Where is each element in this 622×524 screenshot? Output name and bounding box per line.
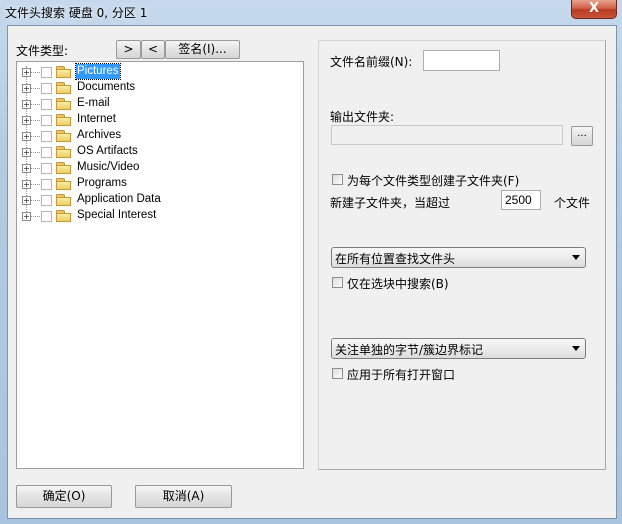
close-icon: X — [588, 1, 600, 16]
folder-icon — [56, 114, 72, 126]
tree-item[interactable]: + Special Interest — [17, 208, 297, 224]
tree-item[interactable]: + Programs — [17, 176, 297, 192]
expand-plus-icon[interactable]: + — [22, 148, 31, 157]
tree-item[interactable]: + OS Artifacts — [17, 144, 297, 160]
apply-all-windows-label: 应用于所有打开窗口 — [347, 368, 456, 382]
tree-item-checkbox[interactable] — [41, 195, 52, 206]
remove-back-button[interactable]: < — [141, 40, 165, 59]
tree-item-checkbox[interactable] — [41, 163, 52, 174]
tree-item[interactable]: + Archives — [17, 128, 297, 144]
tree-item[interactable]: + Pictures — [17, 63, 297, 80]
tree-item-checkbox[interactable] — [41, 67, 52, 78]
expand-plus-icon[interactable]: + — [22, 116, 31, 125]
add-forward-button[interactable]: > — [116, 40, 141, 59]
tree-item-label: Special Interest — [77, 209, 157, 221]
tree-item-checkbox[interactable] — [41, 83, 52, 94]
expand-plus-icon[interactable]: + — [22, 196, 31, 205]
tree-connector — [31, 72, 40, 73]
tree-item-checkbox[interactable] — [41, 179, 52, 190]
chevron-down-icon — [572, 255, 580, 260]
focus-boundary-value: 关注单独的字节/簇边界标记 — [335, 343, 484, 357]
tree-item-checkbox[interactable] — [41, 99, 52, 110]
tree-connector — [31, 88, 40, 89]
create-subfolder-checkbox[interactable] — [332, 174, 343, 185]
tree-item-label: Application Data — [77, 193, 161, 205]
tree-item-label: Internet — [77, 113, 116, 125]
folder-icon — [56, 178, 72, 190]
file-type-tree[interactable]: + Pictures + Documents + E-mail + Internet + Arch… — [16, 61, 304, 469]
expand-plus-icon[interactable]: + — [22, 132, 31, 141]
subfolder-threshold-input[interactable] — [501, 190, 541, 210]
output-folder-input[interactable] — [331, 125, 563, 145]
signatures-button[interactable]: 签名(I)... — [165, 40, 240, 59]
search-location-select[interactable]: 在所有位置查找文件头 — [331, 247, 586, 268]
tree-connector — [31, 216, 40, 217]
tree-item[interactable]: + E-mail — [17, 96, 297, 112]
tree-connector — [31, 120, 40, 121]
tree-item-label: Documents — [77, 81, 136, 93]
tree-item-label: Archives — [77, 129, 122, 141]
options-group: 文件名前缀(N): 输出文件夹: ... 为每个文件类型创建子文件夹(F) 新建… — [318, 40, 606, 470]
chevron-down-icon — [572, 346, 580, 351]
close-button[interactable]: X — [571, 0, 617, 19]
expand-plus-icon[interactable]: + — [22, 180, 31, 189]
expand-plus-icon[interactable]: + — [22, 164, 31, 173]
folder-icon — [56, 130, 72, 142]
tree-connector — [31, 152, 40, 153]
tree-item-label: Programs — [77, 177, 127, 189]
folder-icon — [56, 82, 72, 94]
tree-item-label: Music/Video — [77, 161, 140, 173]
filename-prefix-input[interactable] — [423, 50, 500, 71]
expand-plus-icon[interactable]: + — [22, 212, 31, 221]
files-unit-label: 个文件 — [554, 196, 591, 210]
folder-icon — [56, 146, 72, 158]
file-types-label: 文件类型: — [16, 44, 69, 58]
tree-connector — [31, 104, 40, 105]
search-block-only-label: 仅在选块中搜索(B) — [347, 277, 449, 291]
tree-connector — [31, 200, 40, 201]
dialog-body: 文件类型: > < 签名(I)... + Pictures + Documents + E… — [7, 25, 617, 519]
folder-icon — [56, 210, 72, 222]
tree-connector — [31, 168, 40, 169]
tree-item-checkbox[interactable] — [41, 115, 52, 126]
folder-icon — [56, 66, 72, 78]
browse-button[interactable]: ... — [571, 126, 593, 146]
tree-item-checkbox[interactable] — [41, 147, 52, 158]
tree-connector — [31, 184, 40, 185]
search-block-only-checkbox[interactable] — [332, 277, 343, 288]
search-location-value: 在所有位置查找文件头 — [335, 252, 456, 266]
window-title: 文件头搜索 硬盘 0, 分区 1 — [5, 6, 148, 20]
apply-all-windows-checkbox[interactable] — [332, 368, 343, 379]
expand-plus-icon[interactable]: + — [22, 100, 31, 109]
focus-boundary-select[interactable]: 关注单独的字节/簇边界标记 — [331, 338, 586, 359]
folder-icon — [56, 162, 72, 174]
expand-plus-icon[interactable]: + — [22, 68, 31, 77]
new-subfolder-label: 新建子文件夹，当超过 — [330, 196, 451, 210]
tree-connector — [31, 136, 40, 137]
output-folder-label: 输出文件夹: — [330, 110, 395, 124]
tree-item[interactable]: + Internet — [17, 112, 297, 128]
tree-item[interactable]: + Documents — [17, 80, 297, 96]
tree-item-label: E-mail — [77, 97, 110, 109]
tree-item-checkbox[interactable] — [41, 131, 52, 142]
tree-item[interactable]: + Music/Video — [17, 160, 297, 176]
folder-icon — [56, 98, 72, 110]
expand-plus-icon[interactable]: + — [22, 84, 31, 93]
create-subfolder-label: 为每个文件类型创建子文件夹(F) — [347, 174, 520, 188]
ok-button[interactable]: 确定(O) — [16, 485, 112, 508]
title-bar: 文件头搜索 硬盘 0, 分区 1 X — [0, 0, 622, 28]
tree-item[interactable]: + Application Data — [17, 192, 297, 208]
cancel-button[interactable]: 取消(A) — [135, 485, 232, 508]
tree-item-label: Pictures — [75, 63, 121, 80]
tree-item-label: OS Artifacts — [77, 145, 138, 157]
tree-item-checkbox[interactable] — [41, 211, 52, 222]
filename-prefix-label: 文件名前缀(N): — [330, 55, 413, 69]
folder-icon — [56, 194, 72, 206]
